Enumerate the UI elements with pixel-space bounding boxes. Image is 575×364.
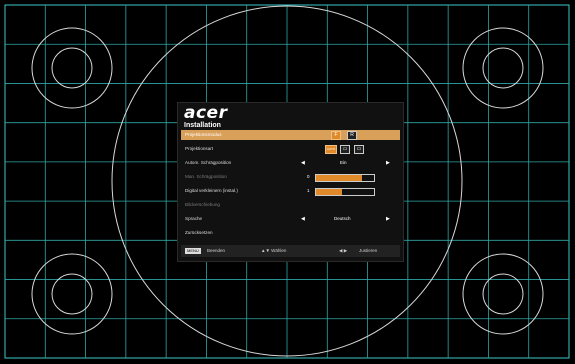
- menu-item-reset[interactable]: Zurücksetzen: [181, 228, 400, 238]
- corner-circle-inner: [482, 273, 524, 315]
- brand-logo: acer: [184, 103, 228, 123]
- exit-hint: Beenden: [207, 248, 226, 253]
- digital-zoom-value: 1: [307, 188, 310, 193]
- menu-item-label: Digital verkleinern (instal.): [185, 188, 238, 193]
- corner-circle-outer: [31, 253, 113, 335]
- menu-item-label: Projektionsmodus: [185, 132, 222, 137]
- desk-mount-icon[interactable]: ▭: [340, 145, 350, 154]
- slider-fill: [316, 175, 363, 181]
- osd-footer: MENU Beenden ▲▼ Wählen ◀ ▶ Justieren: [181, 245, 400, 257]
- projector-screen: acer Installation Projektionsmodus F R P…: [0, 0, 575, 364]
- manual-keystone-value: 0: [307, 174, 310, 179]
- adjust-arrows-icon: ◀ ▶: [339, 248, 348, 253]
- auto-icon[interactable]: AUTO: [325, 145, 337, 154]
- arrow-right-icon[interactable]: ▶: [386, 214, 390, 224]
- corner-circle-outer: [31, 27, 113, 109]
- menu-item-label: Sprache: [185, 216, 203, 221]
- front-projection-icon[interactable]: F: [331, 131, 341, 140]
- menu-item-image-shift[interactable]: Bildverschiebung: [181, 200, 400, 210]
- menu-item-label: Zurücksetzen: [185, 230, 213, 235]
- rear-projection-icon[interactable]: R: [347, 131, 357, 140]
- language-value: Deutsch: [334, 216, 351, 221]
- menu-item-projection-type[interactable]: Projektionsart AUTO ▭ ▭: [181, 144, 400, 154]
- corner-circle-outer: [462, 27, 544, 109]
- auto-keystone-value: Ein: [340, 160, 347, 165]
- corner-circle-inner: [51, 47, 93, 89]
- digital-zoom-slider[interactable]: [315, 188, 375, 196]
- slider-fill: [316, 189, 343, 195]
- menu-title: Installation: [184, 122, 221, 129]
- adjust-hint: Justieren: [359, 248, 378, 253]
- menu-key-badge[interactable]: MENU: [185, 248, 201, 254]
- manual-keystone-slider[interactable]: [315, 174, 375, 182]
- menu-item-label: Projektionsart: [185, 146, 214, 151]
- arrow-right-icon[interactable]: ▶: [386, 158, 390, 168]
- arrow-left-icon[interactable]: ◀: [301, 214, 305, 224]
- corner-circle-inner: [482, 47, 524, 89]
- menu-item-projection-mode[interactable]: Projektionsmodus F R: [181, 130, 400, 140]
- corner-circle-inner: [51, 273, 93, 315]
- menu-item-label: Autom. Schrägposition: [185, 160, 232, 165]
- menu-item-auto-keystone[interactable]: Autom. Schrägposition ◀ Ein ▶: [181, 158, 400, 168]
- menu-item-label: Man. Schrägposition: [185, 174, 227, 179]
- osd-menu: acer Installation Projektionsmodus F R P…: [177, 102, 404, 262]
- menu-item-language[interactable]: Sprache ◀ Deutsch ▶: [181, 214, 400, 224]
- menu-item-manual-keystone[interactable]: Man. Schrägposition 0: [181, 172, 400, 182]
- menu-item-label: Bildverschiebung: [185, 202, 220, 207]
- menu-item-digital-zoom[interactable]: Digital verkleinern (instal.) 1: [181, 186, 400, 196]
- corner-circle-outer: [462, 253, 544, 335]
- select-hint: ▲▼ Wählen: [261, 248, 287, 253]
- arrow-left-icon[interactable]: ◀: [301, 158, 305, 168]
- ceiling-mount-icon[interactable]: ▭: [354, 145, 364, 154]
